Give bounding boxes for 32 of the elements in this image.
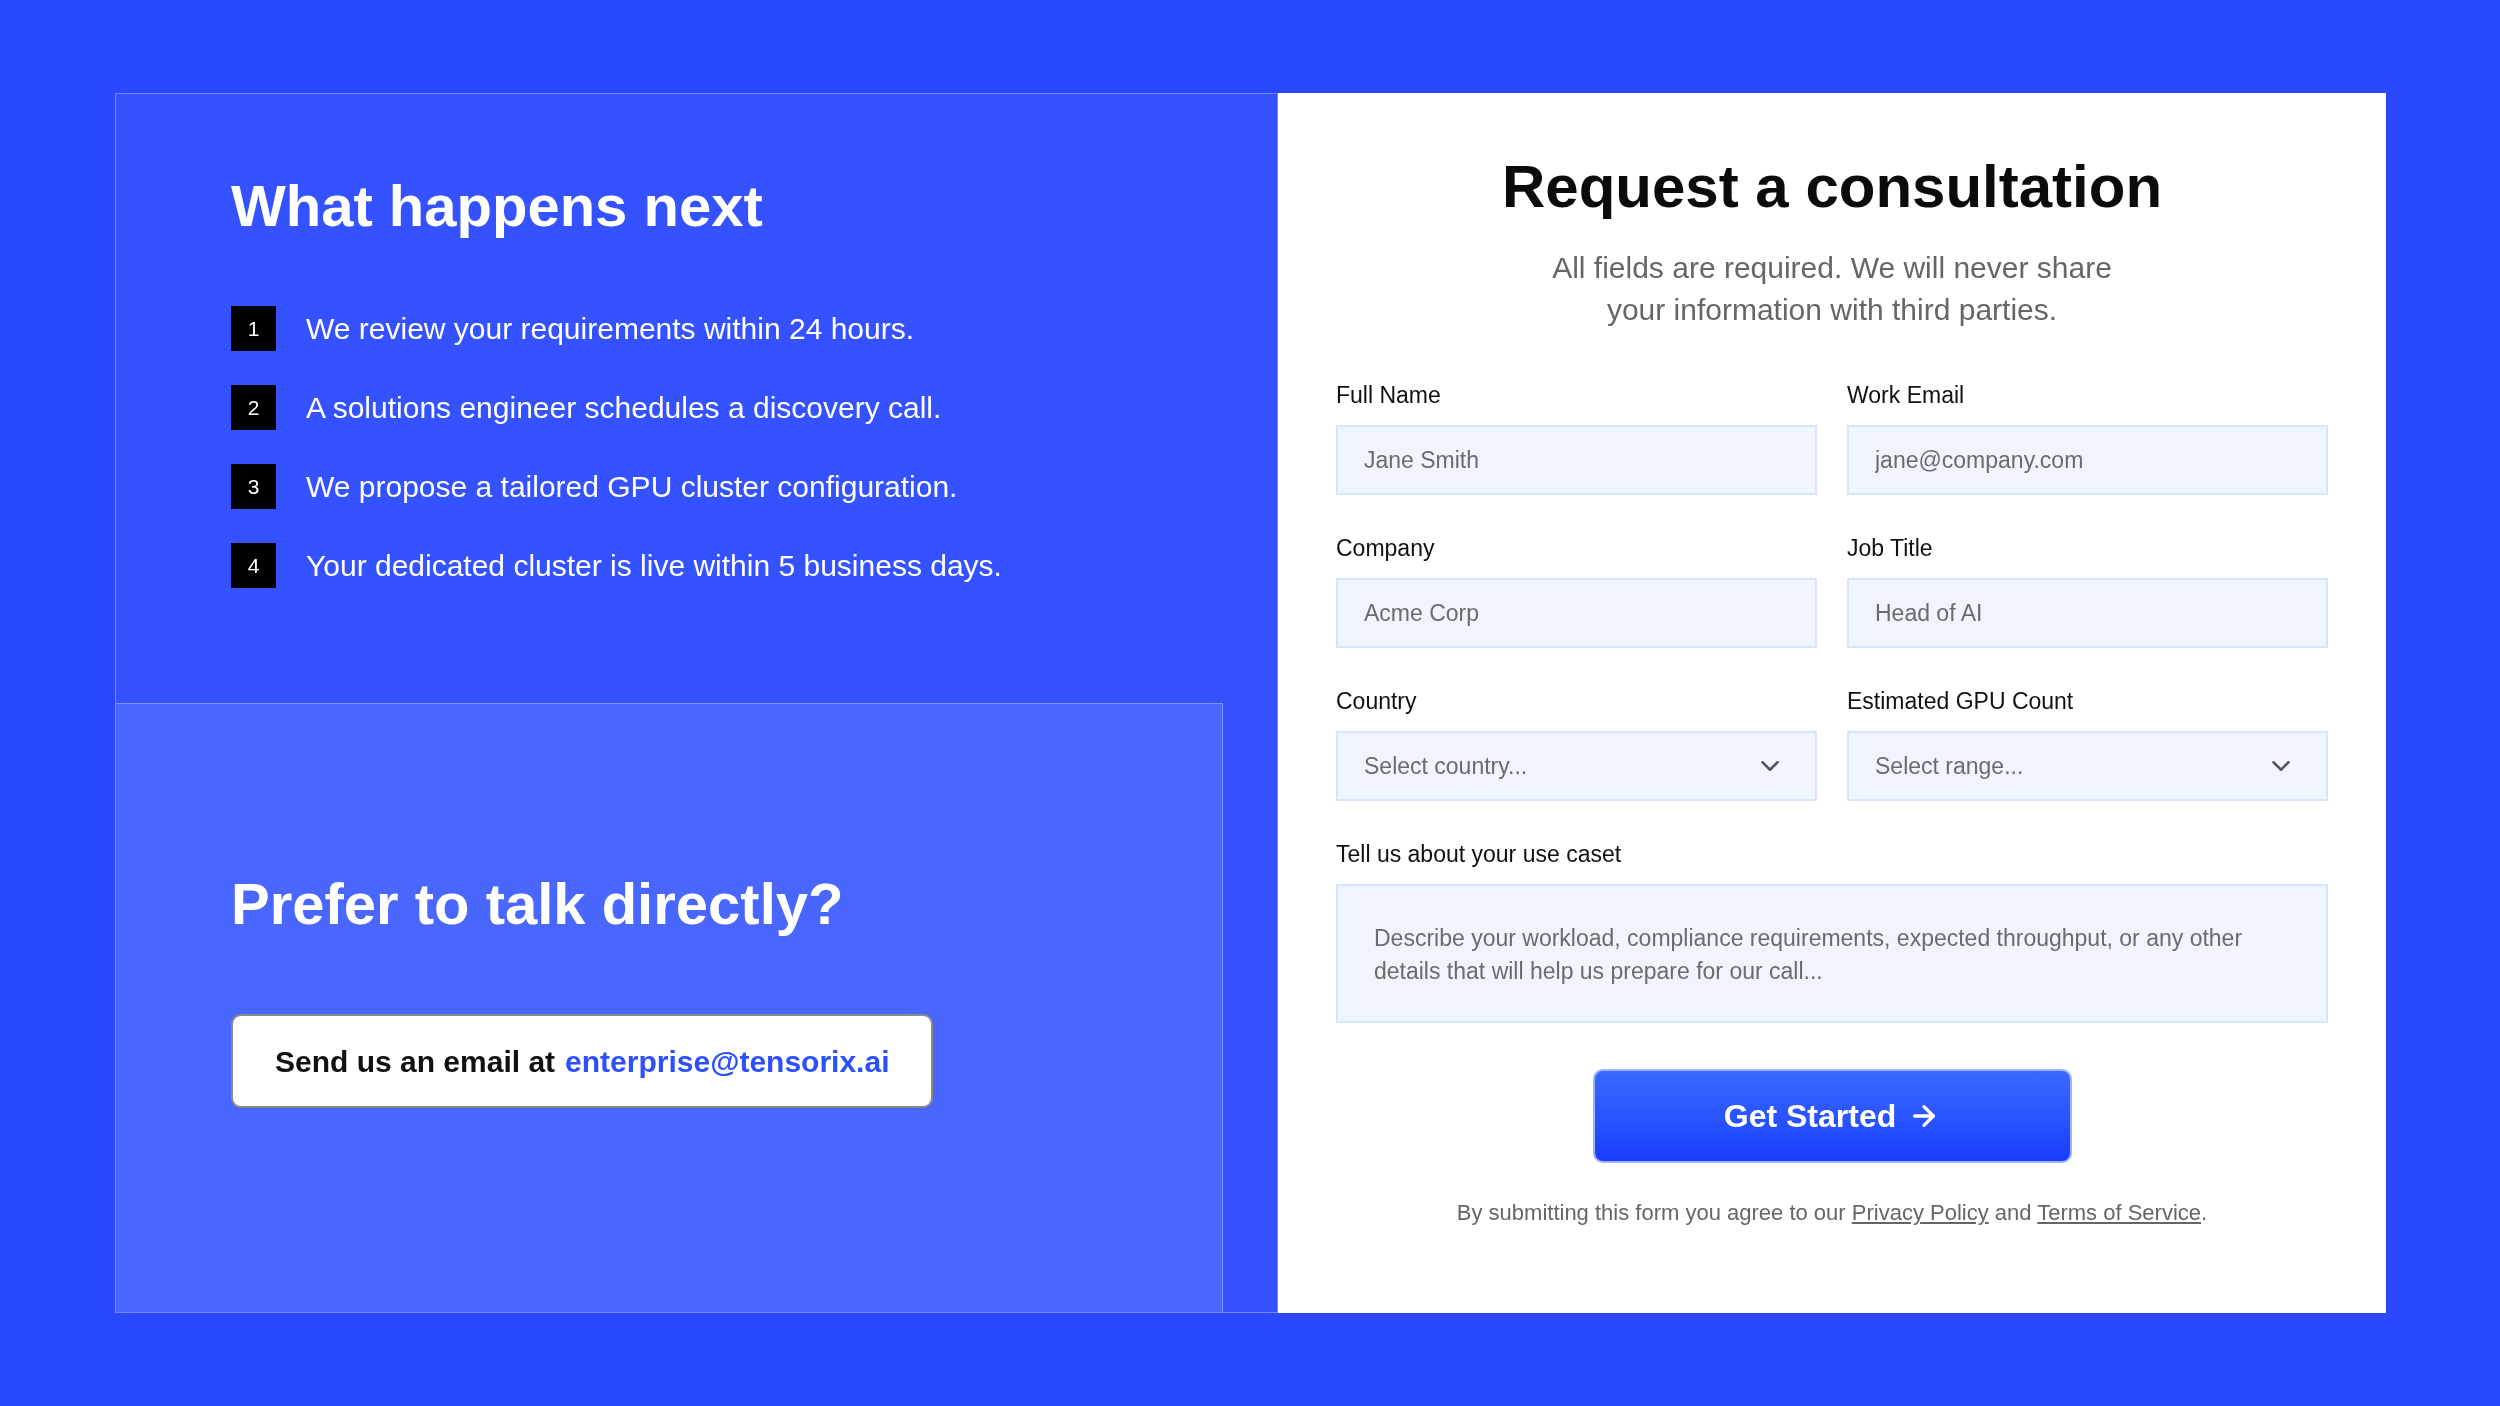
- legal-link[interactable]: Terms of Service: [2037, 1200, 2202, 1225]
- select-dropdown[interactable]: Select range...: [1847, 731, 2328, 801]
- select-dropdown[interactable]: Select country...: [1336, 731, 1817, 801]
- legal-notice: By submitting this form you agree to our Privacy Policy and Terms of Service.: [1456, 1199, 2208, 1227]
- step-number: 1: [231, 306, 276, 351]
- field-label: Company: [1336, 534, 1436, 562]
- legal-link[interactable]: Privacy Policy: [1851, 1200, 1989, 1225]
- field-label: Full Name: [1336, 381, 1442, 409]
- field-label: Tell us about your use caset: [1336, 840, 1623, 868]
- submit-button[interactable]: Get Started: [1592, 1069, 2072, 1163]
- section-heading: What happens next: [231, 172, 763, 240]
- field-label: Work Email: [1847, 381, 1966, 409]
- step-number: 4: [231, 543, 276, 588]
- textarea-field[interactable]: Describe your workload, compliance requirements, expected throughput, or any other details that will help us prepare for our call...: [1336, 884, 2328, 1023]
- step-number: 2: [231, 385, 276, 430]
- step-text: We propose a tailored GPU cluster configuration.: [306, 468, 958, 505]
- text-input[interactable]: jane@company.com: [1847, 425, 2328, 495]
- email-link[interactable]: enterprise@tensorix.ai: [565, 1038, 890, 1084]
- text-input[interactable]: Acme Corp: [1336, 578, 1817, 648]
- step-text: We review your requirements within 24 hours.: [306, 310, 915, 347]
- field-label: Job Title: [1847, 534, 1934, 562]
- form-subtitle: All fields are required. We will never share your information with third parties.: [1551, 250, 2113, 328]
- step-text: Your dedicated cluster is live within 5 business days.: [306, 547, 1002, 584]
- text-input[interactable]: Head of AI: [1847, 578, 2328, 648]
- text-input[interactable]: Jane Smith: [1336, 425, 1817, 495]
- step-text: A solutions engineer schedules a discovery call.: [306, 389, 942, 426]
- section-heading: Prefer to talk directly?: [231, 870, 844, 938]
- email-prompt: Send us an email at: [275, 1043, 556, 1080]
- step-number: 3: [231, 464, 276, 509]
- field-label: Estimated GPU Count: [1847, 687, 2075, 715]
- form-title: Request a consultation: [1501, 152, 2163, 222]
- field-label: Country: [1336, 687, 1418, 715]
